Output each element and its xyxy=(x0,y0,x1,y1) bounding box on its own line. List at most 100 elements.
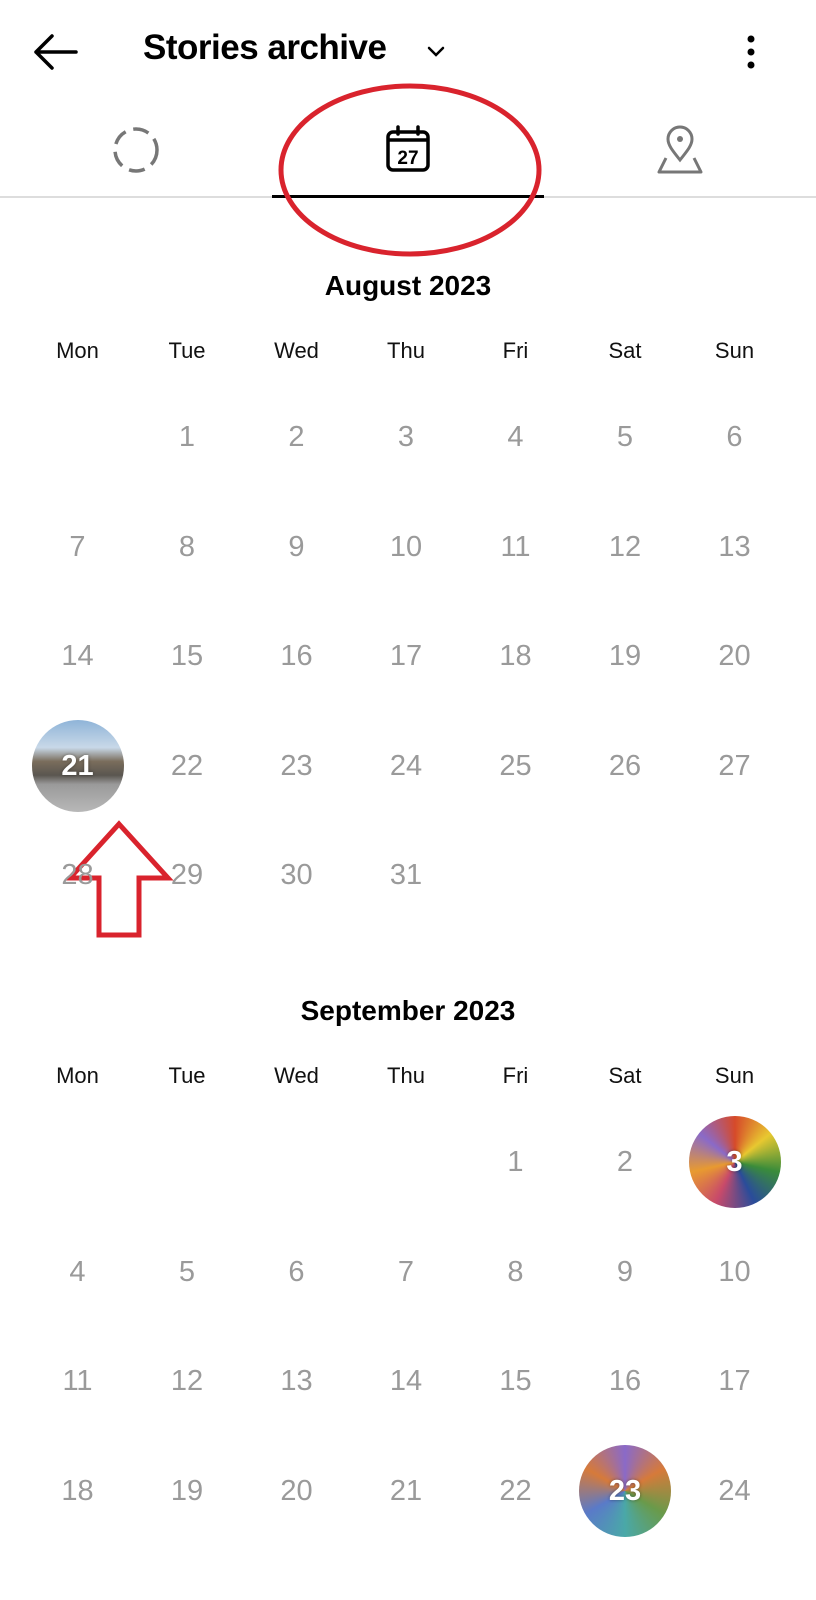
calendar-day: 20 xyxy=(680,606,789,706)
day-number: 25 xyxy=(499,749,532,782)
calendar-day: 17 xyxy=(352,606,461,706)
calendar-day: 18 xyxy=(461,606,570,706)
calendar-day-with-story[interactable]: 3 xyxy=(680,1112,789,1212)
calendar-day: 15 xyxy=(133,606,242,706)
calendar-day: 2 xyxy=(242,387,351,487)
day-number: 6 xyxy=(288,1255,305,1288)
calendar-day: 31 xyxy=(352,825,461,925)
map-pin-icon xyxy=(657,125,703,174)
tab-calendar[interactable]: 27 xyxy=(272,110,544,198)
calendar-day: 7 xyxy=(352,1222,461,1322)
day-number: 3 xyxy=(726,1146,743,1178)
more-options-button[interactable] xyxy=(736,32,766,72)
calendar-day: 22 xyxy=(133,716,242,816)
day-number: 31 xyxy=(389,859,423,891)
calendar-day: 12 xyxy=(571,497,680,597)
weekday-label: Wed xyxy=(274,1063,319,1088)
weekday-label: Tue xyxy=(168,1063,206,1088)
day-number: 5 xyxy=(616,421,634,453)
weekday-label: Sat xyxy=(608,338,642,363)
calendar-day: 16 xyxy=(242,606,351,706)
calendar-day: 8 xyxy=(133,497,242,597)
day-number: 17 xyxy=(389,640,423,672)
weekday-label: Mon xyxy=(56,1063,99,1088)
weekday-label: Fri xyxy=(502,338,529,363)
calendar-day: 14 xyxy=(23,606,132,706)
day-number: 29 xyxy=(170,859,204,891)
archive-type-dropdown[interactable] xyxy=(425,40,447,62)
calendar-icon: 27 xyxy=(386,125,430,172)
calendar-day: 19 xyxy=(571,606,680,706)
day-number: 5 xyxy=(178,1255,196,1288)
calendar-day: 16 xyxy=(571,1331,680,1431)
day-number: 27 xyxy=(718,749,751,782)
day-number: 28 xyxy=(61,859,94,891)
day-number: 6 xyxy=(726,421,743,453)
day-number: 30 xyxy=(280,859,313,891)
day-number: 22 xyxy=(499,1474,532,1507)
calendar-day: 9 xyxy=(242,497,351,597)
day-number: 3 xyxy=(397,421,415,453)
day-number: 7 xyxy=(397,1255,415,1288)
calendar-day: 27 xyxy=(680,716,789,816)
day-number: 12 xyxy=(170,1365,204,1397)
day-number: 14 xyxy=(61,640,94,672)
more-vertical-icon xyxy=(747,35,755,69)
calendar-day: 15 xyxy=(461,1331,570,1431)
day-number: 13 xyxy=(718,530,751,563)
day-number: 19 xyxy=(608,640,642,672)
calendar-day: 25 xyxy=(461,716,570,816)
day-number: 15 xyxy=(170,640,204,672)
page-title[interactable]: Stories archive xyxy=(143,28,387,68)
month-title: September 2023 xyxy=(300,995,516,1026)
calendar-day-with-story[interactable]: 21 xyxy=(23,716,132,816)
calendar-day: 23 xyxy=(242,716,351,816)
back-button[interactable] xyxy=(30,30,80,74)
day-number: 15 xyxy=(499,1365,532,1397)
day-number: 21 xyxy=(61,749,94,782)
calendar-day: 4 xyxy=(23,1222,132,1322)
day-number: 19 xyxy=(170,1474,204,1507)
calendar-day: 6 xyxy=(242,1222,351,1322)
day-number: 20 xyxy=(718,640,751,672)
calendar-day: 19 xyxy=(133,1441,242,1541)
tab-stories[interactable] xyxy=(0,110,272,196)
chevron-down-icon xyxy=(427,46,445,57)
calendar-day: 1 xyxy=(461,1112,570,1212)
calendar-day: 2 xyxy=(571,1112,680,1212)
day-number: 20 xyxy=(280,1474,313,1507)
weekday-label: Sun xyxy=(714,338,755,363)
day-number: 10 xyxy=(718,1255,751,1288)
calendar-day: 20 xyxy=(242,1441,351,1541)
calendar-day: 13 xyxy=(242,1331,351,1431)
day-number: 1 xyxy=(178,421,196,453)
day-number: 17 xyxy=(718,1365,751,1397)
calendar-day-with-story[interactable]: 23 xyxy=(571,1441,680,1541)
calendar-day: 12 xyxy=(133,1331,242,1431)
day-number: 23 xyxy=(280,749,313,782)
calendar-day: 10 xyxy=(680,1222,789,1322)
calendar-day: 30 xyxy=(242,825,351,925)
day-number: 11 xyxy=(62,1365,93,1397)
day-number: 7 xyxy=(69,530,86,563)
day-number: 16 xyxy=(280,640,313,672)
weekday-label: Fri xyxy=(502,1063,529,1088)
day-number: 12 xyxy=(608,530,642,563)
month-title: August 2023 xyxy=(324,270,492,301)
calendar-day: 13 xyxy=(680,497,789,597)
calendar-day: 10 xyxy=(352,497,461,597)
calendar-day: 22 xyxy=(461,1441,570,1541)
tab-map[interactable] xyxy=(544,110,816,196)
day-number: 8 xyxy=(507,1255,524,1288)
calendar-day: 26 xyxy=(571,716,680,816)
day-number: 9 xyxy=(288,530,305,563)
day-number: 24 xyxy=(718,1474,751,1507)
day-number: 18 xyxy=(61,1474,94,1507)
day-number: 8 xyxy=(178,530,196,563)
day-number: 2 xyxy=(288,421,305,453)
weekday-label: Tue xyxy=(168,338,206,363)
app-header: Stories archive xyxy=(0,0,816,100)
weekday-label: Sat xyxy=(608,1063,642,1088)
calendar-day: 29 xyxy=(133,825,242,925)
calendar-day: 1 xyxy=(133,387,242,487)
